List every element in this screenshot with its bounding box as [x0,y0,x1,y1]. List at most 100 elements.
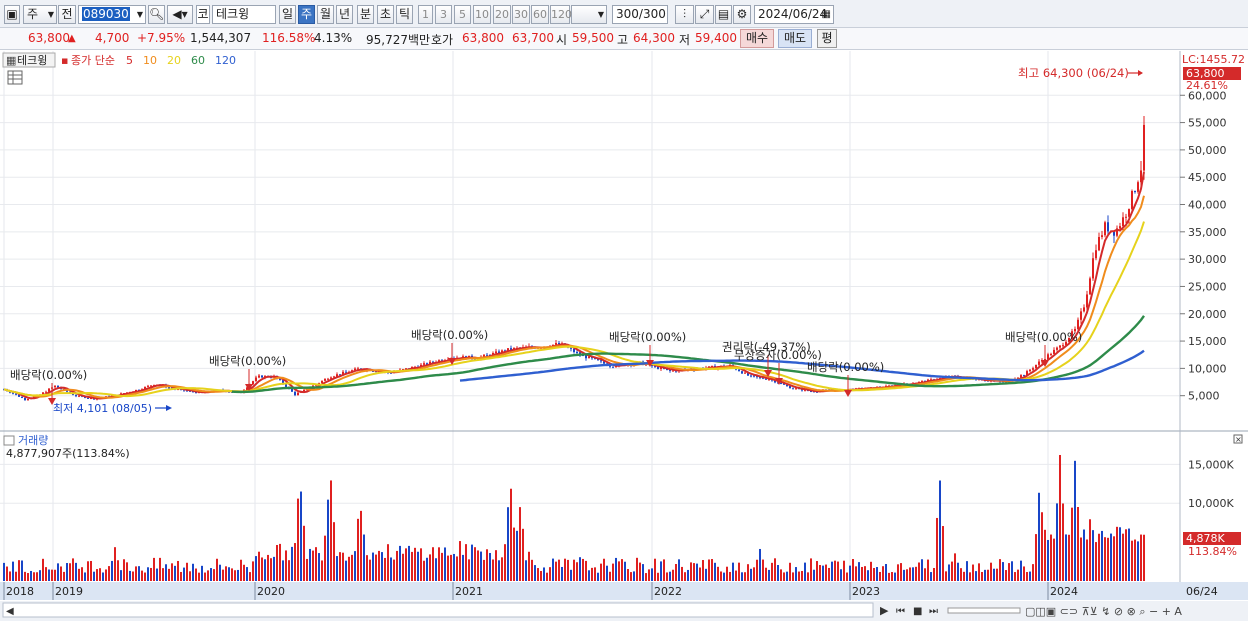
volume-bar [597,572,599,581]
volume-bar [1053,538,1055,581]
candle-body [576,351,578,353]
volume-bar [444,547,446,581]
volume-panel-icon[interactable] [3,435,15,446]
play-icon[interactable]: ▶ [880,604,889,617]
volume-bar [831,561,833,581]
volume-bar [546,572,548,581]
count-field[interactable]: 300/300 [612,5,668,24]
volume-bar [168,568,170,581]
volume-bar [84,572,86,581]
period-tab[interactable]: 일 [279,5,296,24]
volume-bar [336,556,338,581]
volume-bar [801,570,803,581]
volume-bar [579,557,581,581]
volume-bar [822,565,824,581]
candle-body [168,387,170,389]
volume-bar [1071,507,1073,581]
volume-bar [963,571,965,581]
volume-bar [309,548,311,581]
multiplier-tab[interactable]: 10 [473,5,491,24]
zoom-slider[interactable] [947,607,1021,614]
compare-icon[interactable]: ⤢ [695,5,714,24]
volume-bar [528,551,530,581]
volume-bar [966,561,968,581]
period-tab[interactable]: 주 [298,5,315,24]
multiplier-tab[interactable]: 20 [493,5,511,24]
search-icon[interactable]: 🔍︎ [148,5,165,24]
candle-body [744,372,746,374]
multiplier-tab[interactable]: 60 [531,5,549,24]
candle-body [75,395,77,397]
volume-bar [843,560,845,581]
period-tab[interactable]: 초 [377,5,394,24]
volume-bar [1002,562,1004,581]
candle-icon[interactable]: ⫶ [675,5,694,24]
volume-bar [792,572,794,581]
unit-select[interactable]: ▼ [571,5,607,24]
table-icon[interactable] [7,70,23,85]
x-tick-label: 2024 [1050,585,1078,598]
volume-bar [465,544,467,581]
eval-button[interactable]: 평 [817,29,837,48]
volume-bar [789,562,791,581]
volume-bar [240,559,242,581]
prev-button[interactable]: 전 [58,5,76,24]
speaker-icon[interactable]: ◀▾ [167,5,193,24]
multiplier-tab[interactable]: 1 [418,5,433,24]
code-input[interactable]: 089030 ▼ [78,5,146,24]
volume-bar [120,570,122,581]
period-tab[interactable]: 분 [357,5,374,24]
chart-svg[interactable]: 배당락(0.00%) 배당락(0.00%) 배당락(0.00%) 배당락(0.00%)… [0,51,1248,621]
stop-icon[interactable]: ■ [913,606,922,617]
price-change-pct: +7.95% [137,31,186,45]
volume-bar [339,552,341,581]
multiplier-tab[interactable]: 5 [454,5,471,24]
sell-button[interactable]: 매도 [778,29,812,48]
chart-area[interactable]: 배당락(0.00%) 배당락(0.00%) 배당락(0.00%) 배당락(0.00%)… [0,51,1248,621]
volume-bar [585,560,587,581]
period-tab[interactable]: 년 [336,5,353,24]
volume-bar [504,544,506,581]
layout-icon[interactable]: ▣ [4,5,20,24]
scroll-left-icon[interactable]: ◀ [6,606,14,617]
rewind-icon[interactable]: ⏮ [896,606,905,617]
stock-name-field[interactable]: 테크윙 [212,5,276,24]
volume-bar [384,557,386,581]
date-field[interactable]: 2024/06/24 ▦ [754,5,834,24]
volume-bar [270,558,272,581]
volume-bar [702,560,704,581]
period-tab[interactable]: 틱 [396,5,413,24]
chevron-down-icon: ▼ [47,10,54,19]
volume-bar [1116,526,1118,581]
count-total: /300 [638,7,666,21]
volume-bar [279,543,281,581]
save-icon[interactable]: ▤ [715,5,732,24]
buy-button[interactable]: 매수 [740,29,774,48]
volume-bar [666,572,668,581]
volume-bar [591,567,593,581]
volume-bar [201,565,203,581]
candle-body [21,396,23,398]
horizontal-scrollbar[interactable] [2,602,874,618]
multiplier-tab[interactable]: 3 [435,5,452,24]
volume-bar [1140,534,1142,581]
period-tab[interactable]: 월 [317,5,334,24]
volume-bar [936,517,938,581]
volume-bar [126,562,128,581]
market-select[interactable]: 주 ▼ [23,5,57,24]
forward-icon[interactable]: ⏭ [929,606,938,617]
volume-bar [411,551,413,581]
volume-tick-label: 10,000K [1188,497,1234,510]
candle-body [750,375,752,377]
volume-bar [948,564,950,581]
volume-bar [285,550,287,581]
volume-bar [96,569,98,581]
multiplier-tab[interactable]: 120 [550,5,572,24]
volume-bar [774,558,776,581]
tool-icons[interactable]: ▢◫▣ ⊂⊃ ⊼⊻ ↯ ⊘ ⊗ ⌕ − + A [1025,605,1182,618]
volume-bar [957,562,959,581]
multiplier-tab[interactable]: 30 [512,5,530,24]
gear-icon[interactable]: ⚙ [733,5,751,24]
volume-bar [564,558,566,581]
volume-bar [156,568,158,581]
